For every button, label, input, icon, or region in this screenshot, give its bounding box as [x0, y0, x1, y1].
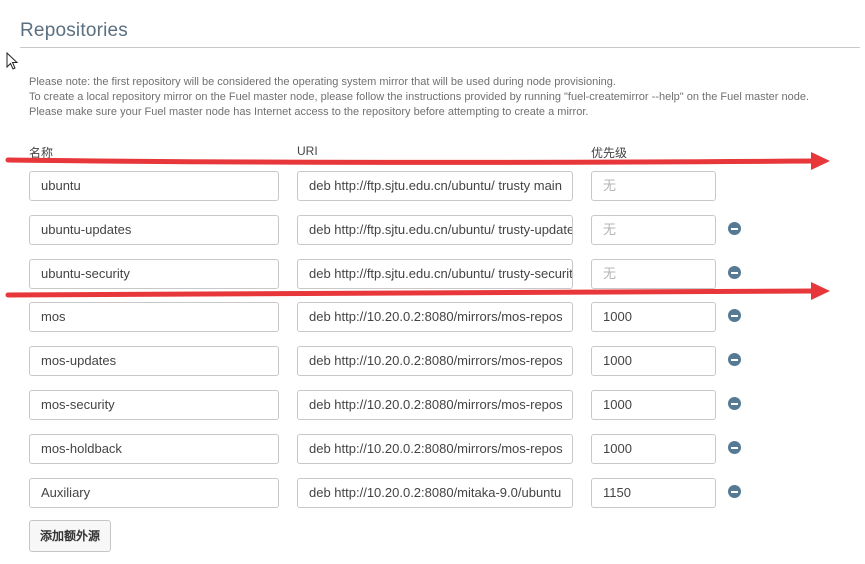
repository-row: ubuntu-security deb http://ftp.sjtu.edu.c… — [0, 259, 865, 291]
column-header-name: 名称 — [29, 146, 54, 160]
note-line: To create a local repository mirror on t… — [29, 91, 810, 103]
title-divider — [20, 47, 860, 48]
repository-priority-input[interactable]: 1000 — [591, 302, 716, 332]
repository-priority-input[interactable]: 无 — [591, 215, 716, 245]
repository-row: ubuntu deb http://ftp.sjtu.edu.cn/ubuntu/… — [0, 171, 865, 203]
column-header-uri: URI — [297, 144, 318, 158]
repository-row: Auxiliary deb http://10.20.0.2:8080/mitak… — [0, 478, 865, 510]
minus-circle-icon[interactable] — [728, 266, 741, 279]
repository-uri-input[interactable]: deb http://ftp.sjtu.edu.cn/ubuntu/ trust… — [297, 171, 573, 201]
repository-uri-input[interactable]: deb http://ftp.sjtu.edu.cn/ubuntu/ trust… — [297, 259, 573, 289]
minus-circle-icon[interactable] — [728, 441, 741, 454]
repository-name-input[interactable]: ubuntu-updates — [29, 215, 279, 245]
repository-row: mos-holdback deb http://10.20.0.2:8080/mi… — [0, 434, 865, 466]
minus-circle-icon[interactable] — [728, 222, 741, 235]
repository-name-input[interactable]: ubuntu-security — [29, 259, 279, 289]
repository-row: mos-updates deb http://10.20.0.2:8080/mir… — [0, 346, 865, 378]
repository-name-input[interactable]: mos-security — [29, 390, 279, 420]
repository-priority-input[interactable]: 1000 — [591, 390, 716, 420]
repository-uri-input[interactable]: deb http://10.20.0.2:8080/mirrors/mos-re… — [297, 302, 573, 332]
repository-row: ubuntu-updates deb http://ftp.sjtu.edu.cn… — [0, 215, 865, 247]
repository-uri-input[interactable]: deb http://ftp.sjtu.edu.cn/ubuntu/ trust… — [297, 215, 573, 245]
repository-name-input[interactable]: ubuntu — [29, 171, 279, 201]
repository-name-input[interactable]: mos-holdback — [29, 434, 279, 464]
add-extra-repository-button[interactable]: 添加额外源 — [29, 520, 112, 552]
repository-row: mos deb http://10.20.0.2:8080/mirrors/mos… — [0, 302, 865, 334]
repository-row: mos-security deb http://10.20.0.2:8080/mi… — [0, 390, 865, 422]
repository-priority-input[interactable]: 1000 — [591, 346, 716, 376]
repository-uri-input[interactable]: deb http://10.20.0.2:8080/mirrors/mos-re… — [297, 434, 573, 464]
repository-notes: Please note: the first repository will b… — [29, 75, 859, 120]
note-line: Please note: the first repository will b… — [29, 76, 616, 88]
repository-name-input[interactable]: Auxiliary — [29, 478, 279, 508]
minus-circle-icon[interactable] — [728, 397, 741, 410]
section-title: Repositories — [20, 20, 129, 41]
note-line: Please make sure your Fuel master node h… — [29, 106, 589, 118]
minus-circle-icon[interactable] — [728, 485, 741, 498]
repository-priority-input[interactable]: 无 — [591, 259, 716, 289]
repository-uri-input[interactable]: deb http://10.20.0.2:8080/mirrors/mos-re… — [297, 346, 573, 376]
repository-priority-input[interactable]: 1000 — [591, 434, 716, 464]
repository-priority-input[interactable]: 无 — [591, 171, 716, 201]
annotation-arrow — [5, 152, 830, 170]
repository-name-input[interactable]: mos — [29, 302, 279, 332]
column-header-priority: 优先级 — [591, 146, 628, 160]
mouse-cursor-icon — [6, 52, 19, 70]
minus-circle-icon[interactable] — [728, 309, 741, 322]
repository-uri-input[interactable]: deb http://10.20.0.2:8080/mitaka-9.0/ubu… — [297, 478, 573, 508]
repository-priority-input[interactable]: 1150 — [591, 478, 716, 508]
minus-circle-icon[interactable] — [728, 353, 741, 366]
repository-uri-input[interactable]: deb http://10.20.0.2:8080/mirrors/mos-re… — [297, 390, 573, 420]
repository-name-input[interactable]: mos-updates — [29, 346, 279, 376]
